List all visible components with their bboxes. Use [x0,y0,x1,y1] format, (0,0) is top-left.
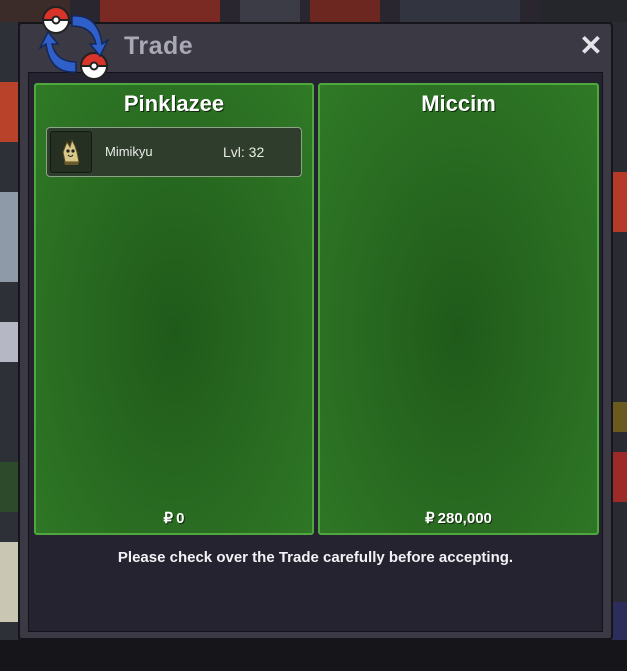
background-scene-bottom [0,640,627,671]
close-button[interactable]: ✕ [577,32,605,60]
trade-window: Trade ✕ Pinklazee Mimikyu Lvl: 32 ₽ 0 Mi… [18,6,613,640]
background-scene-left [0,22,18,642]
money-amount: 0 [176,510,185,527]
window-title: Trade [124,32,194,60]
pokemon-level: Lvl: 32 [223,144,265,160]
player-offer-panel: Pinklazee Mimikyu Lvl: 32 ₽0 [34,83,314,535]
partner-money: ₽280,000 [320,509,597,527]
background-scene-right [612,22,627,642]
pokedollar-icon: ₽ [425,510,435,527]
pokemon-sprite [50,131,92,173]
mimikyu-icon [62,138,80,165]
pokedollar-icon: ₽ [163,510,174,527]
money-amount: 280,000 [437,510,492,527]
close-icon[interactable]: ✕ [579,30,602,61]
partner-name: Miccim [421,91,496,116]
trade-content: Pinklazee Mimikyu Lvl: 32 ₽0 Miccim ₽ 28… [28,72,603,632]
player-name: Pinklazee [123,91,225,116]
trade-warning-message: Please check over the Trade carefully be… [117,549,514,566]
pokemon-name: Mimikyu [105,144,153,159]
trade-swap-pokeball-icon [38,6,110,80]
partner-offer-panel: Miccim ₽280,000 [318,83,599,535]
player-money: ₽0 [36,509,312,527]
offered-pokemon-slot[interactable]: Mimikyu Lvl: 32 [46,127,302,177]
